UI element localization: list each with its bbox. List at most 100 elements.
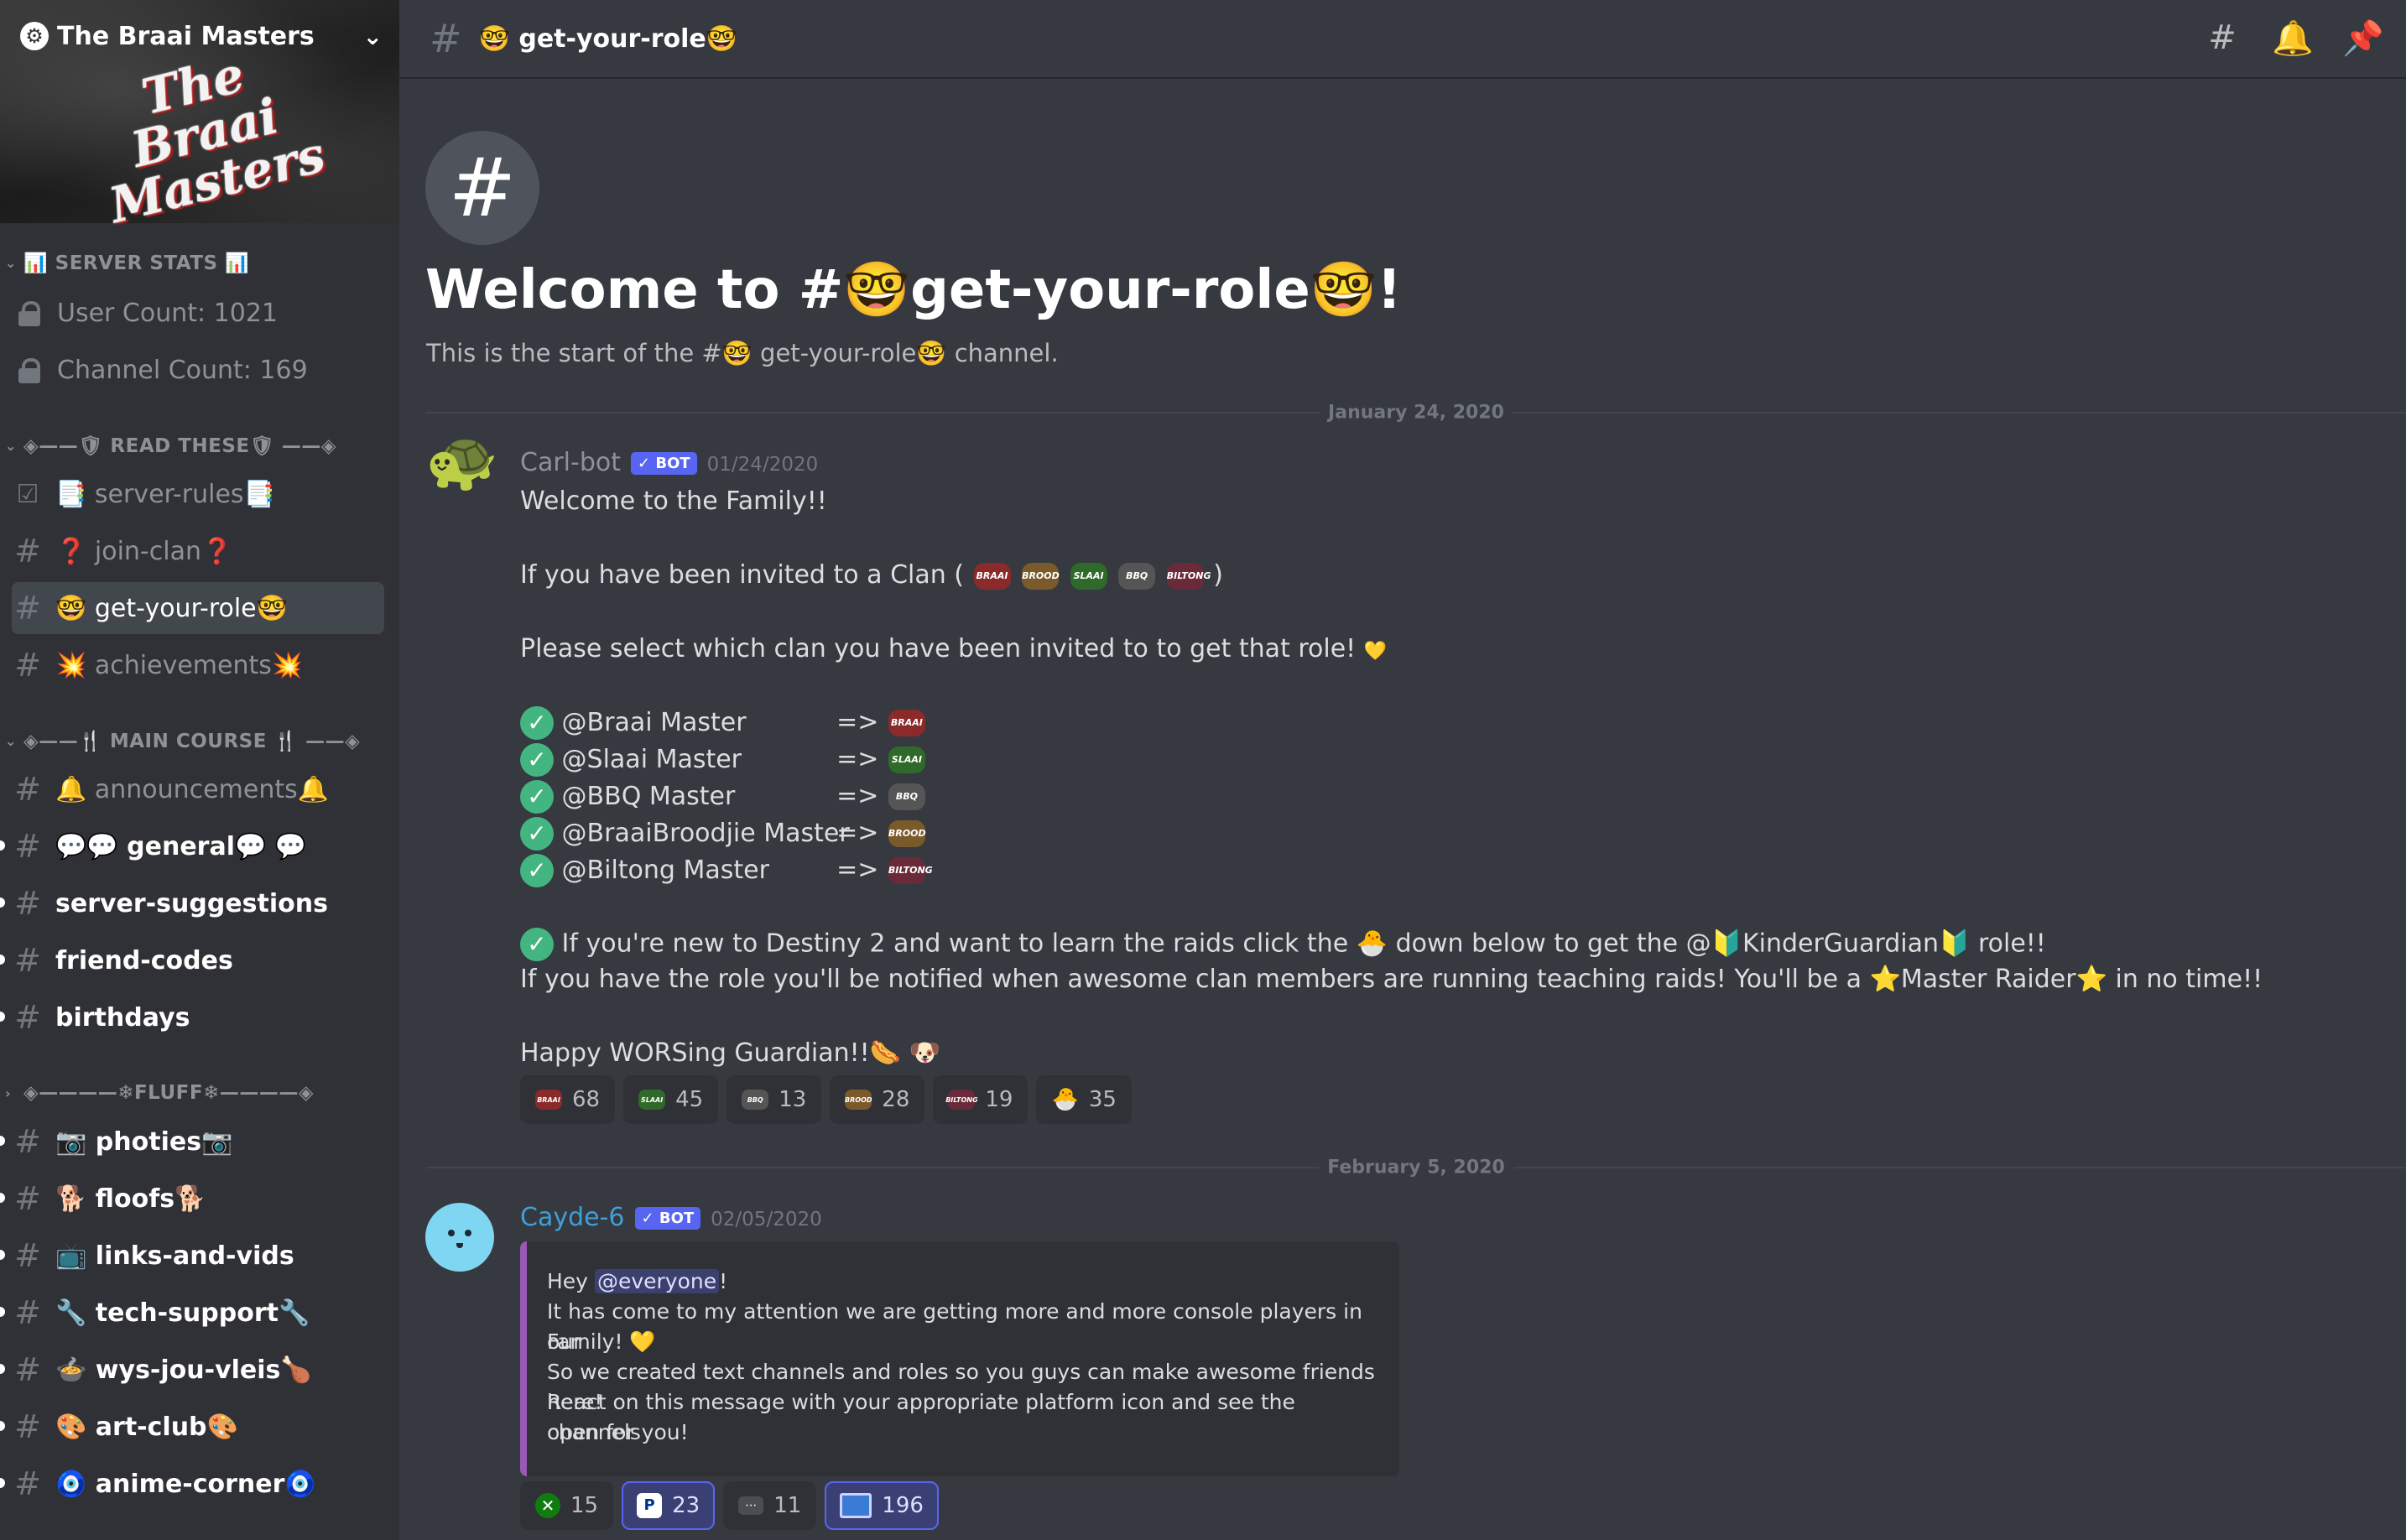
- role-mention[interactable]: KinderGuardian: [1742, 929, 1939, 959]
- chevron-down-icon: ⌄: [5, 254, 17, 271]
- channel-achievements[interactable]: # 💥 achievements💥: [12, 639, 384, 691]
- channel-general[interactable]: # 💬💬 general💬 💬: [0, 820, 384, 872]
- role-row: ✓ @Biltong Master => BILTONG: [520, 854, 933, 887]
- reaction-playstation[interactable]: P 23: [622, 1481, 716, 1530]
- avatar[interactable]: [425, 1203, 494, 1272]
- reaction-count: 196: [882, 1493, 924, 1518]
- channel-friend-codes[interactable]: # friend-codes: [0, 934, 384, 986]
- channel-get-your-role[interactable]: # 🤓 get-your-role🤓: [12, 582, 384, 634]
- unread-indicator: [0, 1307, 5, 1317]
- hatching-chick-icon: 🐣: [1356, 929, 1388, 959]
- role-row: ✓ @Braai Master => BRAAI: [520, 706, 927, 740]
- category-main-course[interactable]: ⌄ ◈——🍴 MAIN COURSE 🍴 ——◈: [5, 726, 360, 755]
- reaction-pc[interactable]: 196: [825, 1481, 939, 1530]
- category-read-these[interactable]: ⌄ ◈——🛡 READ THESE🛡 ——◈: [5, 431, 336, 460]
- role-name: @BBQ Master: [561, 781, 736, 811]
- hash-icon: #: [14, 1465, 41, 1502]
- reaction-chick[interactable]: 🐣 35: [1036, 1075, 1132, 1124]
- message-text: ): [1213, 560, 1223, 590]
- server-header[interactable]: ⚙ The Braai Masters ⌄: [20, 17, 383, 55]
- role-arrow: =>: [836, 855, 879, 885]
- hash-icon: #: [14, 647, 41, 684]
- message-line: Please select which clan you have been i…: [520, 634, 1387, 663]
- avatar-eye: [448, 1230, 455, 1236]
- braai-clan-emoji: BRAAI: [973, 562, 1011, 590]
- beginner-icon: 🔰: [1939, 929, 1971, 959]
- channel-server-rules[interactable]: ☑ 📑 server-rules📑: [12, 468, 384, 520]
- reaction-biltong[interactable]: BILTONG 19: [933, 1075, 1029, 1124]
- channel-announcements[interactable]: # 🔔 announcements🔔: [12, 763, 384, 815]
- channel-birthdays[interactable]: # birthdays: [0, 991, 384, 1043]
- channel-photies[interactable]: # 📷 photies📷: [0, 1116, 384, 1168]
- channel-wys-jou-vleis[interactable]: # 🍲 wys-jou-vleis🍗: [0, 1344, 384, 1396]
- category-fluff[interactable]: › ◈————❄FLUFF❄————◈: [5, 1079, 314, 1107]
- channel-links-and-vids[interactable]: # 📺 links-and-vids: [0, 1230, 384, 1282]
- check-icon: ✓: [520, 817, 554, 851]
- embed-line: Family! 💛: [547, 1329, 656, 1354]
- check-icon: ✓: [520, 928, 554, 961]
- playstation-icon: P: [637, 1493, 663, 1518]
- role-arrow: =>: [836, 781, 879, 811]
- channel-tech-support[interactable]: # 🔧 tech-support🔧: [0, 1287, 384, 1339]
- switch-icon: ⋯: [738, 1496, 764, 1515]
- server-banner-logo: The Braai Masters: [103, 45, 331, 235]
- voice-channel-channel-count[interactable]: Channel Count: 169: [12, 344, 384, 396]
- hotdog-icon: 🌭: [869, 1038, 902, 1068]
- check-icon: ✓: [520, 780, 554, 814]
- message-text: If you're new to Destiny 2 and want to l…: [561, 929, 1349, 959]
- message-text: in no time!!: [2115, 965, 2263, 994]
- message-text: Happy WORSing Guardian!!: [520, 1038, 870, 1068]
- pin-icon[interactable]: 📌: [2342, 18, 2384, 58]
- reaction-xbox[interactable]: ✕ 15: [520, 1481, 614, 1530]
- category-label: 📊 SERVER STATS 📊: [23, 252, 250, 274]
- avatar-mouth: [456, 1243, 463, 1248]
- date-divider-label: February 5, 2020: [1319, 1157, 1513, 1178]
- role-name: @Slaai Master: [561, 744, 742, 774]
- reaction-switch[interactable]: ⋯ 11: [723, 1481, 817, 1530]
- channel-floofs[interactable]: # 🐕 floofs🐕: [0, 1173, 384, 1225]
- channel-label: 🔔 announcements🔔: [55, 774, 330, 804]
- reaction-bar: BRAAI 68 SLAAI 45 BBQ 13 BROOD 28 BILTON…: [520, 1075, 1132, 1124]
- channel-label: Channel Count: 169: [57, 355, 308, 385]
- reaction-brood[interactable]: BROOD 28: [830, 1075, 925, 1124]
- reaction-slaai[interactable]: SLAAI 45: [623, 1075, 719, 1124]
- channel-server-suggestions[interactable]: # server-suggestions: [0, 877, 384, 929]
- beginner-icon: 🔰: [1711, 929, 1742, 959]
- voice-channel-user-count[interactable]: User Count: 1021: [12, 287, 384, 339]
- unread-indicator: [0, 1012, 5, 1022]
- hatching-chick-icon: 🐣: [1051, 1087, 1079, 1112]
- bell-icon[interactable]: 🔔: [2272, 18, 2314, 58]
- message-text: If you have the role you'll be notified …: [520, 965, 1862, 994]
- hash-icon: #: [14, 1180, 41, 1217]
- avatar[interactable]: 🐢: [425, 426, 498, 495]
- channel-art-club[interactable]: # 🎨 art-club🎨: [0, 1401, 384, 1453]
- message-embed: Hey @everyone! It has come to my attenti…: [520, 1241, 1399, 1476]
- xbox-icon: ✕: [535, 1493, 560, 1518]
- pc-icon: [840, 1493, 872, 1518]
- channel-join-clan[interactable]: # ❓ join-clan❓: [12, 525, 384, 577]
- role-row: ✓ @Slaai Master => SLAAI: [520, 743, 927, 777]
- message-author[interactable]: Cayde-6: [520, 1203, 625, 1232]
- date-divider: February 5, 2020: [426, 1157, 2406, 1178]
- channel-label: 📺 links-and-vids: [55, 1241, 294, 1271]
- threads-icon[interactable]: #: [2203, 18, 2242, 57]
- reaction-bbq[interactable]: BBQ 13: [726, 1075, 822, 1124]
- message-author[interactable]: Carl-bot: [520, 448, 621, 477]
- server-settings-icon: ⚙: [20, 22, 49, 50]
- braai-clan-emoji: BRAAI: [888, 710, 925, 736]
- slaai-clan-emoji: SLAAI: [888, 747, 925, 773]
- message-line: Happy WORSing Guardian!!🌭 🐶: [520, 1038, 940, 1068]
- role-row: ✓ @BraaiBroodjie Master => BROOD: [520, 817, 927, 851]
- hash-icon: #: [14, 828, 41, 865]
- hash-icon: #: [14, 590, 41, 627]
- everyone-mention[interactable]: @everyone: [594, 1269, 720, 1293]
- channel-anime-corner[interactable]: # 🧿 anime-corner🧿: [0, 1458, 384, 1510]
- channel-label: 📑 server-rules📑: [55, 479, 275, 509]
- header-toolbar: # 🔔 📌: [2203, 18, 2384, 58]
- rules-channel-icon: ☑: [16, 479, 39, 509]
- hash-icon: #: [14, 771, 41, 808]
- chevron-down-icon[interactable]: ⌄: [363, 23, 383, 50]
- reaction-braai[interactable]: BRAAI 68: [520, 1075, 616, 1124]
- category-server-stats[interactable]: ⌄ 📊 SERVER STATS 📊: [5, 248, 249, 277]
- unread-indicator: [0, 1193, 5, 1203]
